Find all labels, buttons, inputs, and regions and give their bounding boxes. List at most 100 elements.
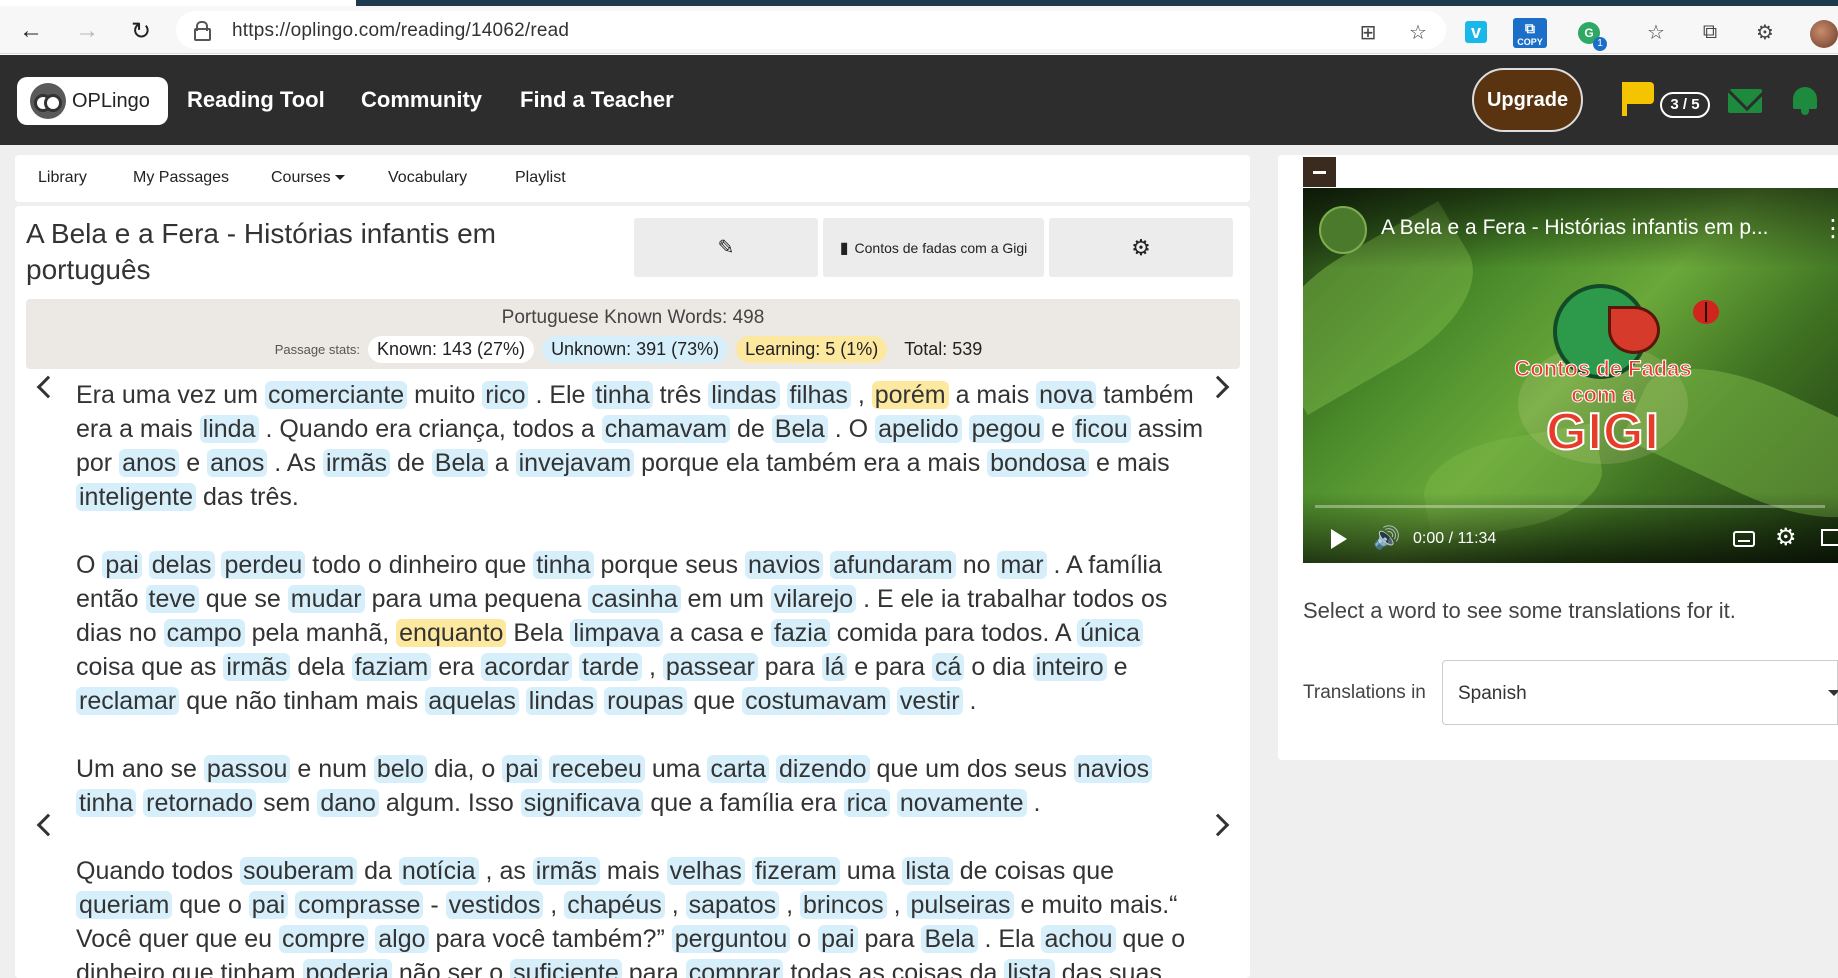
known-text[interactable]: dela xyxy=(297,653,344,681)
known-text[interactable]: . Ele xyxy=(535,381,585,409)
learning-word[interactable]: enquanto xyxy=(396,619,507,647)
unknown-word[interactable]: Bela xyxy=(431,449,488,477)
volume-icon[interactable]: 🔊 xyxy=(1373,525,1400,551)
video-title[interactable]: A Bela e a Fera - Histórias infantis em … xyxy=(1381,216,1769,240)
known-text[interactable]: de coisas que xyxy=(960,857,1114,885)
unknown-word[interactable]: significava xyxy=(520,789,644,817)
unknown-word[interactable]: linda xyxy=(199,415,259,443)
unknown-word[interactable]: queriam xyxy=(76,891,173,919)
unknown-word[interactable]: pai xyxy=(248,891,289,919)
unknown-word[interactable]: vestir xyxy=(896,687,963,715)
known-text[interactable]: uma xyxy=(652,755,701,783)
unknown-word[interactable]: anos xyxy=(119,449,180,477)
known-text[interactable]: não ser o xyxy=(399,959,503,978)
known-text[interactable]: para uma pequena xyxy=(372,585,582,613)
unknown-word[interactable]: pai xyxy=(818,925,858,953)
unknown-word[interactable]: irmãs xyxy=(322,449,391,477)
collections-icon[interactable]: ⧉ xyxy=(1697,19,1723,45)
known-text[interactable]: uma xyxy=(847,857,896,885)
unknown-word[interactable]: ficou xyxy=(1072,415,1131,443)
known-text[interactable]: o dia xyxy=(971,653,1025,681)
known-text[interactable]: que um dos seus xyxy=(877,755,1067,783)
known-text[interactable]: pela manhã, xyxy=(252,619,390,647)
unknown-word[interactable]: afundaram xyxy=(830,551,956,579)
unknown-word[interactable]: pulseiras xyxy=(907,891,1014,919)
unknown-word[interactable]: fazia xyxy=(770,619,830,647)
unknown-word[interactable]: tarde xyxy=(579,653,642,681)
unknown-word[interactable]: única xyxy=(1077,619,1143,647)
unknown-word[interactable]: perguntou xyxy=(671,925,791,953)
video-settings-icon[interactable]: ⚙ xyxy=(1775,523,1797,552)
url-text[interactable]: https://oplingo.com/reading/14062/read xyxy=(232,20,569,42)
known-text[interactable]: coisa que as xyxy=(76,653,216,681)
unknown-word[interactable]: tinha xyxy=(533,551,594,579)
nav-reading-tool[interactable]: Reading Tool xyxy=(187,87,325,113)
unknown-word[interactable]: faziam xyxy=(351,653,432,681)
favorites-icon[interactable]: ☆ xyxy=(1643,19,1669,45)
known-text[interactable]: . Quando era criança, todos a xyxy=(265,415,594,443)
unknown-word[interactable]: irmãs xyxy=(532,857,600,885)
nav-find-teacher[interactable]: Find a Teacher xyxy=(520,87,674,113)
unknown-word[interactable]: Bela xyxy=(921,925,978,953)
language-select[interactable]: Spanish xyxy=(1442,660,1838,725)
unknown-word[interactable]: sapatos xyxy=(685,891,780,919)
settings-button[interactable]: ⚙ xyxy=(1049,218,1233,277)
chevron-left-icon[interactable] xyxy=(36,375,60,399)
unknown-word[interactable]: delas xyxy=(148,551,215,579)
known-text[interactable]: , xyxy=(858,381,865,409)
unknown-word[interactable]: bondosa xyxy=(987,449,1090,477)
known-text[interactable]: para você também?” xyxy=(436,925,665,953)
channel-avatar[interactable] xyxy=(1319,206,1367,254)
known-text[interactable]: a mais xyxy=(956,381,1030,409)
mail-icon[interactable] xyxy=(1728,89,1762,113)
known-text[interactable]: das suas xyxy=(1062,959,1162,978)
known-text[interactable]: O xyxy=(76,551,95,579)
known-text[interactable]: e xyxy=(1051,415,1065,443)
nav-community[interactable]: Community xyxy=(361,87,482,113)
unknown-word[interactable]: tinha xyxy=(592,381,653,409)
address-bar[interactable]: https://oplingo.com/reading/14062/read xyxy=(176,11,1446,49)
known-text[interactable]: , xyxy=(550,891,557,919)
unknown-word[interactable]: mar xyxy=(997,551,1047,579)
unknown-word[interactable]: reclamar xyxy=(76,687,180,715)
unknown-word[interactable]: souberam xyxy=(240,857,358,885)
subnav-playlist[interactable]: Playlist xyxy=(515,169,566,187)
edit-button[interactable]: ✎ xyxy=(634,218,818,277)
profile-avatar[interactable] xyxy=(1810,20,1838,48)
unknown-word[interactable]: belo xyxy=(373,755,428,783)
unknown-word[interactable]: mudar xyxy=(287,585,365,613)
unknown-word[interactable]: inteligente xyxy=(76,483,196,511)
known-text[interactable]: , xyxy=(894,891,901,919)
known-text[interactable]: que xyxy=(693,687,735,715)
unknown-word[interactable]: teve xyxy=(145,585,199,613)
extensions-icon[interactable]: ⚙ xyxy=(1752,19,1778,45)
unknown-word[interactable]: aquelas xyxy=(425,687,519,715)
unknown-word[interactable]: cá xyxy=(932,653,965,681)
known-text[interactable]: e mais xyxy=(1096,449,1170,477)
minimize-video-button[interactable] xyxy=(1303,157,1336,187)
unknown-word[interactable]: suficiente xyxy=(510,959,622,978)
unknown-word[interactable]: comprar xyxy=(685,959,784,978)
favorite-add-icon[interactable]: ☆ xyxy=(1405,19,1431,45)
known-text[interactable]: todas as coisas da xyxy=(790,959,997,978)
captions-icon[interactable] xyxy=(1733,531,1755,547)
logo[interactable]: OPLingo xyxy=(17,77,168,125)
forward-icon[interactable]: → xyxy=(70,14,104,48)
upgrade-button[interactable]: Upgrade xyxy=(1472,68,1583,132)
unknown-word[interactable]: notícia xyxy=(398,857,479,885)
known-text[interactable]: dia, o xyxy=(434,755,495,783)
unknown-word[interactable]: brincos xyxy=(800,891,887,919)
known-text[interactable]: . xyxy=(1033,789,1040,817)
known-text[interactable]: mais xyxy=(607,857,660,885)
known-text[interactable]: de xyxy=(737,415,765,443)
known-text[interactable]: e num xyxy=(297,755,366,783)
subnav-vocabulary[interactable]: Vocabulary xyxy=(388,169,467,187)
unknown-word[interactable]: velhas xyxy=(666,857,745,885)
unknown-word[interactable]: lindas xyxy=(525,687,598,715)
known-text[interactable]: . As xyxy=(274,449,316,477)
learning-word[interactable]: porém xyxy=(871,381,949,409)
known-text[interactable]: o xyxy=(797,925,811,953)
unknown-word[interactable]: campo xyxy=(163,619,245,647)
known-text[interactable]: a casa e xyxy=(669,619,764,647)
known-text[interactable]: que a família era xyxy=(650,789,836,817)
